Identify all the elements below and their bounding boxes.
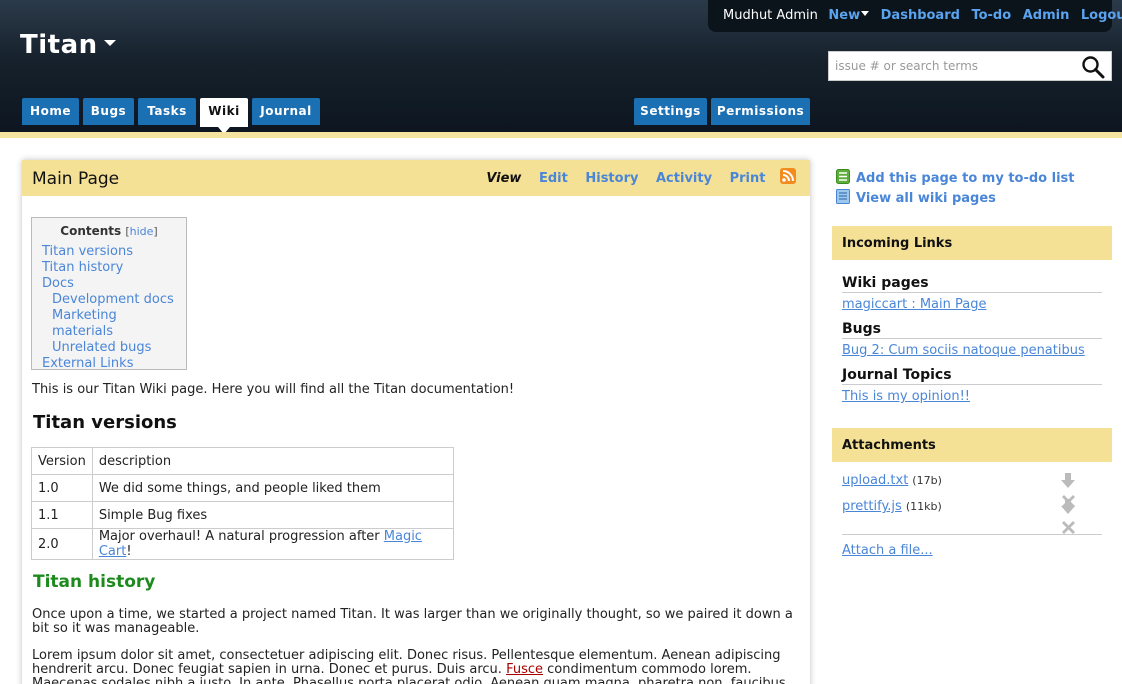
journal-topics-heading: Journal Topics (842, 367, 1102, 385)
attachment-link[interactable]: prettify.js (842, 499, 902, 514)
view-link[interactable]: View (486, 171, 521, 186)
incoming-links-header: Incoming Links (832, 226, 1112, 260)
todo-link[interactable]: To-do (971, 8, 1011, 23)
history-paragraph: Once upon a time, we started a project n… (32, 607, 793, 636)
tab-settings[interactable]: Settings (634, 98, 707, 125)
attachment-size: (17b) (912, 474, 942, 487)
fusce-link[interactable]: Fusce (506, 662, 543, 677)
attachment-item: upload.txt (17b) (842, 473, 942, 488)
bugs-heading: Bugs (842, 321, 1102, 339)
header: Titan Mudhut Admin New Dashboard To-do A… (0, 0, 1122, 134)
tab-wiki[interactable]: Wiki (200, 98, 248, 134)
activity-link[interactable]: Activity (656, 171, 712, 186)
page-actions: View Edit History Activity Print (473, 168, 796, 186)
attach-file-link[interactable]: Attach a file... (842, 543, 933, 558)
versions-heading: Titan versions (33, 412, 177, 433)
history-link[interactable]: History (585, 171, 638, 186)
attachments-header: Attachments (832, 428, 1112, 462)
page-title: Main Page (32, 169, 120, 189)
table-header-row: Version description (31, 447, 454, 475)
versions-table: Version description 1.0 We did some thin… (31, 447, 454, 560)
bug-link[interactable]: Bug 2: Cum sociis natoque penatibus (842, 343, 1085, 358)
search-box (828, 51, 1112, 81)
search-input[interactable] (829, 52, 1069, 80)
toc-item[interactable]: External Links (42, 356, 176, 372)
table-cell: 1.1 (31, 501, 93, 529)
add-todo-link[interactable]: Add this page to my to-do list (856, 171, 1075, 186)
table-cell: 2.0 (31, 528, 93, 560)
toc-hide-link[interactable]: hide (130, 225, 154, 238)
header-divider (0, 132, 1122, 138)
view-all-wiki-link[interactable]: View all wiki pages (856, 191, 996, 206)
table-of-contents: Contents [hide] Titan versions Titan his… (31, 217, 187, 372)
download-icon[interactable] (1060, 498, 1076, 515)
table-cell: Simple Bug fixes (91, 501, 454, 529)
dashboard-link[interactable]: Dashboard (881, 8, 960, 23)
attachment-actions (1060, 472, 1100, 508)
current-user: Mudhut Admin (723, 8, 818, 23)
attachment-size: (11kb) (905, 500, 942, 513)
journal-link[interactable]: This is my opinion!! (842, 389, 970, 404)
attachment-actions (1060, 498, 1100, 534)
rss-icon[interactable] (780, 168, 796, 184)
new-menu[interactable]: New (828, 8, 870, 23)
chevron-down-icon (103, 39, 116, 46)
sidebar-actions: Add this page to my to-do list View all … (836, 169, 1075, 210)
toc-item[interactable]: Development docs (42, 292, 176, 308)
table-cell: 1.0 (31, 474, 93, 502)
toc-item[interactable]: Docs (42, 276, 176, 292)
wiki-page-link[interactable]: magiccart : Main Page (842, 297, 986, 312)
search-icon[interactable] (1081, 55, 1105, 79)
print-link[interactable]: Print (730, 171, 766, 186)
table-header: description (91, 447, 454, 475)
tab-tasks[interactable]: Tasks (138, 98, 196, 125)
intro-text: This is our Titan Wiki page. Here you wi… (32, 382, 515, 397)
divider (842, 534, 1102, 535)
table-row: 1.1 Simple Bug fixes (31, 501, 454, 529)
edit-link[interactable]: Edit (539, 171, 568, 186)
lorem-paragraph: Lorem ipsum dolor sit amet, consectetuer… (32, 648, 786, 684)
tab-journal[interactable]: Journal (252, 98, 320, 125)
table-row: 1.0 We did some things, and people liked… (31, 474, 454, 502)
admin-link[interactable]: Admin (1023, 8, 1070, 23)
tab-bugs[interactable]: Bugs (83, 98, 134, 125)
project-name: Titan (20, 30, 98, 60)
project-selector[interactable]: Titan (20, 30, 116, 60)
toc-item[interactable]: Marketing materials (42, 308, 176, 340)
table-cell: Major overhaul! A natural progression af… (91, 528, 454, 560)
toc-item[interactable]: Unrelated bugs (42, 340, 176, 356)
toc-item[interactable]: Titan history (42, 260, 176, 276)
tab-permissions[interactable]: Permissions (711, 98, 810, 125)
logout-link[interactable]: Logout (1081, 8, 1122, 23)
tab-home[interactable]: Home (22, 98, 79, 125)
table-cell: We did some things, and people liked the… (91, 474, 454, 502)
table-header: Version (31, 447, 93, 475)
page-titlebar: Main Page View Edit History Activity Pri… (22, 160, 810, 196)
user-menu-bar: Mudhut Admin New Dashboard To-do Admin L… (708, 0, 1122, 32)
wiki-pages-heading: Wiki pages (842, 275, 1102, 293)
wiki-content: Main Page View Edit History Activity Pri… (22, 160, 810, 684)
toc-title: Contents (60, 224, 122, 238)
download-icon[interactable] (1060, 472, 1076, 489)
attachment-item: prettify.js (11kb) (842, 499, 942, 514)
wiki-pages-icon (836, 189, 850, 204)
history-heading: Titan history (33, 572, 156, 592)
toc-item[interactable]: Titan versions (42, 244, 176, 260)
attachment-link[interactable]: upload.txt (842, 473, 908, 488)
todo-list-icon (836, 169, 850, 184)
chevron-down-icon (861, 11, 870, 16)
table-row: 2.0 Major overhaul! A natural progressio… (31, 528, 454, 560)
